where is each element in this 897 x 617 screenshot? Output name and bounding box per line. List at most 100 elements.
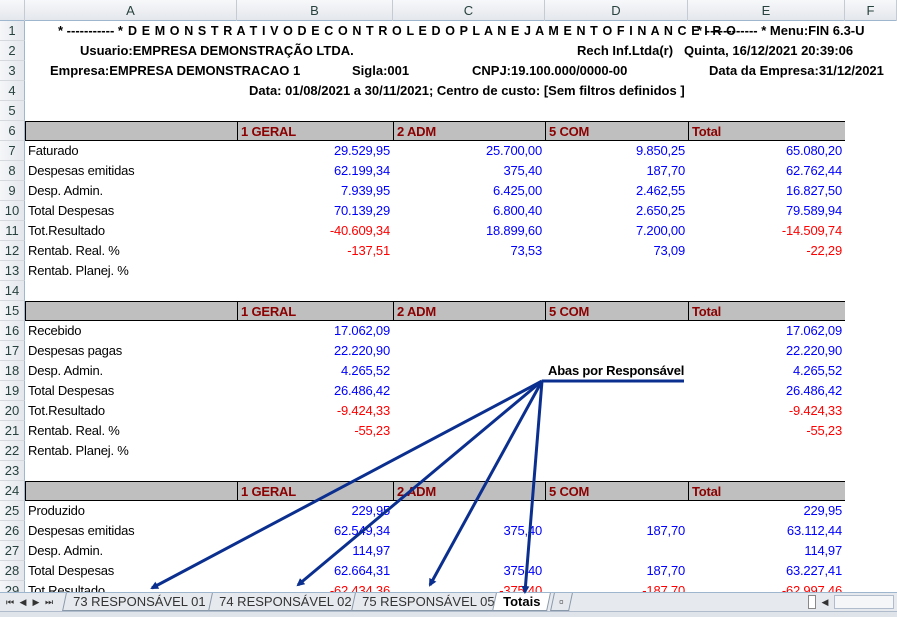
value-cell[interactable]: 375,40 [393,561,545,581]
value-cell[interactable]: -137,51 [237,241,393,261]
value-cell[interactable]: 9.850,25 [545,141,688,161]
section-header-blank[interactable] [25,301,237,321]
value-cell[interactable]: 375,40 [393,521,545,541]
insert-sheet-button[interactable]: ▫ [550,593,573,611]
row-header[interactable]: 2 [0,41,25,61]
row-header[interactable]: 18 [0,361,25,381]
value-cell[interactable]: 16.827,50 [688,181,845,201]
row-label[interactable]: Rentab. Planej. % [25,441,237,461]
value-cell[interactable]: 62.664,31 [237,561,393,581]
value-cell[interactable]: 187,70 [545,161,688,181]
value-cell[interactable]: 79.589,94 [688,201,845,221]
value-cell[interactable]: 375,40 [393,161,545,181]
value-cell[interactable]: 62.549,34 [237,521,393,541]
row-label[interactable]: Total Despesas [25,201,237,221]
value-cell[interactable]: 63.227,41 [688,561,845,581]
value-cell[interactable]: 187,70 [545,521,688,541]
value-cell[interactable]: 2.462,55 [545,181,688,201]
value-cell[interactable]: -55,23 [237,421,393,441]
row-header[interactable]: 20 [0,401,25,421]
section-header-5-com[interactable]: 5 COM [545,121,688,141]
row-header[interactable]: 22 [0,441,25,461]
value-cell[interactable]: 29.529,95 [237,141,393,161]
column-header-a[interactable]: A [25,0,237,21]
value-cell[interactable]: 17.062,09 [237,321,393,341]
row-label[interactable]: Despesas pagas [25,341,237,361]
row-label[interactable]: Total Despesas [25,381,237,401]
row-label[interactable]: Faturado [25,141,237,161]
value-cell[interactable]: 7.939,95 [237,181,393,201]
column-header-e[interactable]: E [688,0,845,21]
row-header[interactable]: 23 [0,461,25,481]
annotation-label[interactable]: Abas por Responsável [545,361,695,381]
row-header[interactable]: 3 [0,61,25,81]
row-label[interactable]: Rentab. Real. % [25,241,237,261]
row-header[interactable]: 29 [0,581,25,592]
value-cell[interactable]: 114,97 [688,541,845,561]
value-cell[interactable]: 114,97 [237,541,393,561]
value-cell[interactable]: -14.509,74 [688,221,845,241]
row-header[interactable]: 25 [0,501,25,521]
row-label[interactable]: Tot.Resultado [25,221,237,241]
tab-split-handle[interactable] [808,595,816,609]
scroll-left-icon[interactable]: ◀ [820,596,830,608]
row-label[interactable]: Desp. Admin. [25,181,237,201]
last-sheet-icon[interactable]: ⏭ [44,596,54,608]
value-cell[interactable]: -62.434,36 [237,581,393,592]
value-cell[interactable]: 229,95 [237,501,393,521]
select-all-corner[interactable] [0,0,25,21]
row-header[interactable]: 11 [0,221,25,241]
row-header[interactable]: 21 [0,421,25,441]
column-header-b[interactable]: B [237,0,393,21]
row-header[interactable]: 13 [0,261,25,281]
row-label[interactable]: Recebido [25,321,237,341]
first-sheet-icon[interactable]: ⏮ [5,596,15,608]
value-cell[interactable]: 62.199,34 [237,161,393,181]
row-header[interactable]: 17 [0,341,25,361]
section-header-1-geral[interactable]: 1 GERAL [237,481,393,501]
value-cell[interactable]: -22,29 [688,241,845,261]
column-header-f[interactable]: F [845,0,897,21]
row-label[interactable]: Despesas emitidas [25,161,237,181]
sheet-tab-totais[interactable]: Totais [492,593,552,611]
row-header[interactable]: 16 [0,321,25,341]
value-cell[interactable]: 7.200,00 [545,221,688,241]
value-cell[interactable]: 4.265,52 [688,361,845,381]
row-header[interactable]: 1 [0,21,25,41]
value-cell[interactable]: 18.899,60 [393,221,545,241]
section-header-2-adm[interactable]: 2 ADM [393,481,545,501]
value-cell[interactable]: 65.080,20 [688,141,845,161]
section-header-5-com[interactable]: 5 COM [545,481,688,501]
value-cell[interactable]: 62.762,44 [688,161,845,181]
value-cell[interactable]: 4.265,52 [237,361,393,381]
value-cell[interactable]: 187,70 [545,561,688,581]
value-cell[interactable]: 6.800,40 [393,201,545,221]
sheet-tab-75[interactable]: 75 RESPONSÁVEL 05 [351,593,506,611]
value-cell[interactable]: 2.650,25 [545,201,688,221]
row-header[interactable]: 28 [0,561,25,581]
row-header[interactable]: 26 [0,521,25,541]
sheet-tab-73[interactable]: 73 RESPONSÁVEL 01 [62,593,217,611]
value-cell[interactable]: 22.220,90 [237,341,393,361]
value-cell[interactable]: -62.997,46 [688,581,845,592]
value-cell[interactable]: 70.139,29 [237,201,393,221]
row-header[interactable]: 8 [0,161,25,181]
row-header[interactable]: 15 [0,301,25,321]
value-cell[interactable]: -375,40 [393,581,545,592]
value-cell[interactable]: 73,09 [545,241,688,261]
row-label[interactable]: Produzido [25,501,237,521]
value-cell[interactable]: -55,23 [688,421,845,441]
value-cell[interactable]: 26.486,42 [688,381,845,401]
value-cell[interactable]: 17.062,09 [688,321,845,341]
row-label[interactable]: Desp. Admin. [25,541,237,561]
value-cell[interactable]: 6.425,00 [393,181,545,201]
section-header-total[interactable]: Total [688,301,845,321]
row-header[interactable]: 4 [0,81,25,101]
row-header[interactable]: 14 [0,281,25,301]
row-header[interactable]: 6 [0,121,25,141]
horizontal-scrollbar[interactable] [834,595,894,609]
row-label[interactable]: Tot.Resultado [25,581,237,592]
value-cell[interactable]: 26.486,42 [237,381,393,401]
row-header[interactable]: 27 [0,541,25,561]
row-header[interactable]: 10 [0,201,25,221]
